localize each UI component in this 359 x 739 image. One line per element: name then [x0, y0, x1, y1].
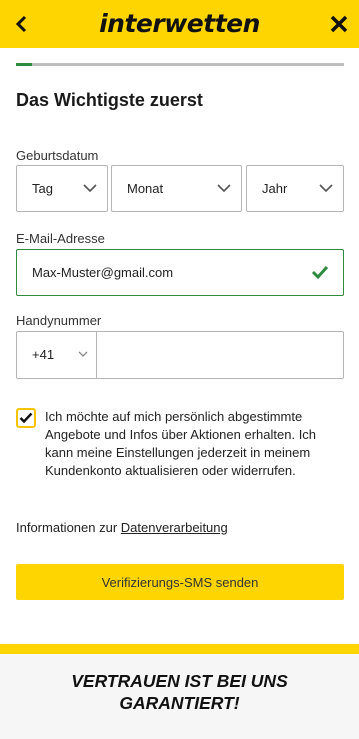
birthdate-label: Geburtsdatum	[16, 148, 99, 163]
footer-accent-band	[0, 644, 359, 654]
page-title: Das Wichtigste zuerst	[16, 90, 203, 110]
brand-logo: interwetten	[99, 9, 260, 38]
year-select[interactable]: Jahr	[246, 165, 344, 212]
close-icon	[330, 15, 348, 33]
trust-slogan: VERTRAUEN IST BEI UNS GARANTIERT!	[71, 671, 288, 713]
consent-text: Ich möchte auf mich persönlich abgestimm…	[45, 409, 317, 478]
email-field[interactable]: Max-Muster@gmail.com	[16, 249, 344, 296]
data-processing-info: Informationen zur Datenverarbeitung	[16, 520, 228, 535]
progress-fill	[16, 63, 33, 66]
send-sms-button[interactable]: Verifizierungs-SMS senden	[16, 564, 344, 600]
info-prefix: Informationen zur	[16, 520, 121, 535]
chevron-down-icon	[319, 184, 333, 193]
country-code-text: +41	[32, 347, 55, 362]
footer: VERTRAUEN IST BEI UNS GARANTIERT!	[0, 654, 359, 739]
chevron-down-icon	[217, 184, 231, 193]
email-label: E-Mail-Adresse	[16, 231, 105, 246]
phone-label: Handynummer	[16, 313, 102, 328]
phone-number-input[interactable]	[97, 332, 343, 378]
month-select-text: Monat	[127, 181, 164, 196]
email-value: Max-Muster@gmail.com	[32, 265, 174, 280]
data-processing-link[interactable]: Datenverarbeitung	[121, 520, 228, 535]
chevron-down-icon	[78, 351, 88, 357]
check-icon	[311, 265, 329, 280]
close-button[interactable]	[325, 10, 353, 38]
phone-field: +41	[16, 331, 344, 379]
year-select-text: Jahr	[262, 181, 288, 196]
day-select[interactable]: Tag	[16, 165, 108, 212]
country-code-select[interactable]: +41	[17, 332, 97, 378]
consent-checkbox[interactable]	[16, 408, 36, 428]
day-select-text: Tag	[32, 181, 53, 196]
header-bar: interwetten	[0, 0, 359, 48]
checkmark-icon	[19, 412, 33, 424]
progress-bar	[16, 63, 344, 66]
chevron-down-icon	[83, 184, 97, 193]
month-select[interactable]: Monat	[111, 165, 242, 212]
